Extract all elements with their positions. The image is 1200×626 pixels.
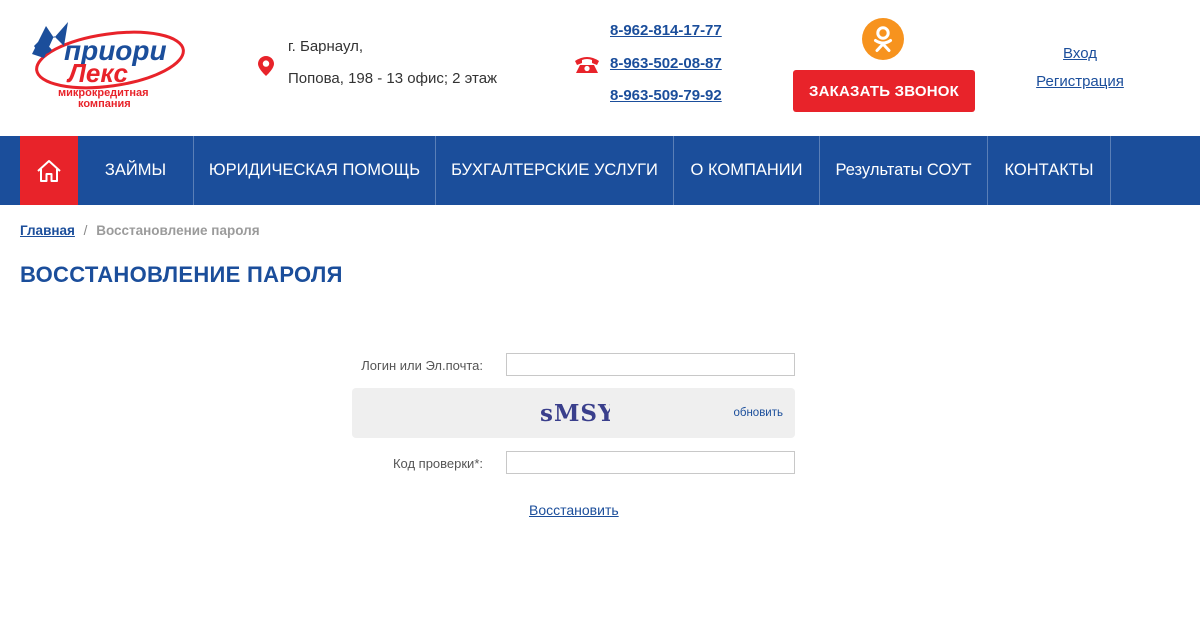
address-street: Попова, 198 - 13 офис; 2 этаж: [288, 70, 498, 87]
phone-link-3[interactable]: 8-963-509-79-92: [610, 87, 722, 104]
logo-graphic: приори Лекс микрокредитная компания: [32, 22, 185, 110]
nav-item-legal[interactable]: ЮРИДИЧЕСКАЯ ПОМОЩЬ: [194, 136, 435, 205]
login-link[interactable]: Вход: [1020, 40, 1140, 68]
nav-item-sout[interactable]: Результаты СОУТ: [820, 136, 987, 205]
register-link[interactable]: Регистрация: [1020, 68, 1140, 96]
code-input[interactable]: [506, 451, 795, 474]
svg-text:Лекс: Лекс: [66, 58, 129, 88]
login-input[interactable]: [506, 353, 795, 376]
nav-item-contacts[interactable]: КОНТАКТЫ: [988, 136, 1110, 205]
company-logo[interactable]: приори Лекс микрокредитная компания: [24, 16, 192, 112]
restore-submit-link[interactable]: Восстановить: [529, 502, 619, 518]
site-header: приори Лекс микрокредитная компания г. Б…: [0, 0, 1200, 136]
breadcrumb-current: Восстановление пароля: [96, 223, 260, 238]
svg-text:sMSY: sMSY: [540, 400, 610, 427]
address-city: г. Барнаул,: [288, 38, 364, 55]
map-pin-icon: [258, 56, 274, 76]
captcha-refresh-link[interactable]: обновить: [733, 407, 783, 419]
phone-icon: [575, 57, 599, 73]
code-label: Код проверки*:: [392, 456, 483, 471]
odnoklassniki-icon[interactable]: [862, 18, 904, 60]
order-call-button[interactable]: ЗАКАЗАТЬ ЗВОНОК: [793, 70, 975, 112]
nav-item-about[interactable]: О КОМПАНИИ: [674, 136, 819, 205]
breadcrumb: Главная / Восстановление пароля: [20, 223, 260, 238]
nav-item-accounting[interactable]: БУХГАЛТЕРСКИЕ УСЛУГИ: [436, 136, 673, 205]
captcha-image: sMSY: [538, 397, 610, 427]
page-title: ВОССТАНОВЛЕНИЕ ПАРОЛЯ: [20, 262, 343, 287]
phone-link-2[interactable]: 8-963-502-08-87: [610, 55, 722, 72]
breadcrumb-separator: /: [83, 223, 88, 238]
nav-item-loans[interactable]: ЗАЙМЫ: [78, 136, 193, 205]
svg-text:компания: компания: [78, 98, 131, 110]
nav-home-button[interactable]: [20, 136, 78, 205]
breadcrumb-home-link[interactable]: Главная: [20, 223, 75, 238]
home-icon: [37, 159, 61, 182]
nav-divider: [1110, 136, 1111, 205]
login-label: Логин или Эл.почта:: [361, 358, 483, 373]
phone-link-1[interactable]: 8-962-814-17-77: [610, 22, 722, 39]
auth-links: Вход Регистрация: [1020, 40, 1140, 96]
captcha-box: sMSY обновить: [352, 388, 795, 438]
main-nav: ЗАЙМЫ ЮРИДИЧЕСКАЯ ПОМОЩЬ БУХГАЛТЕРСКИЕ У…: [0, 136, 1200, 205]
